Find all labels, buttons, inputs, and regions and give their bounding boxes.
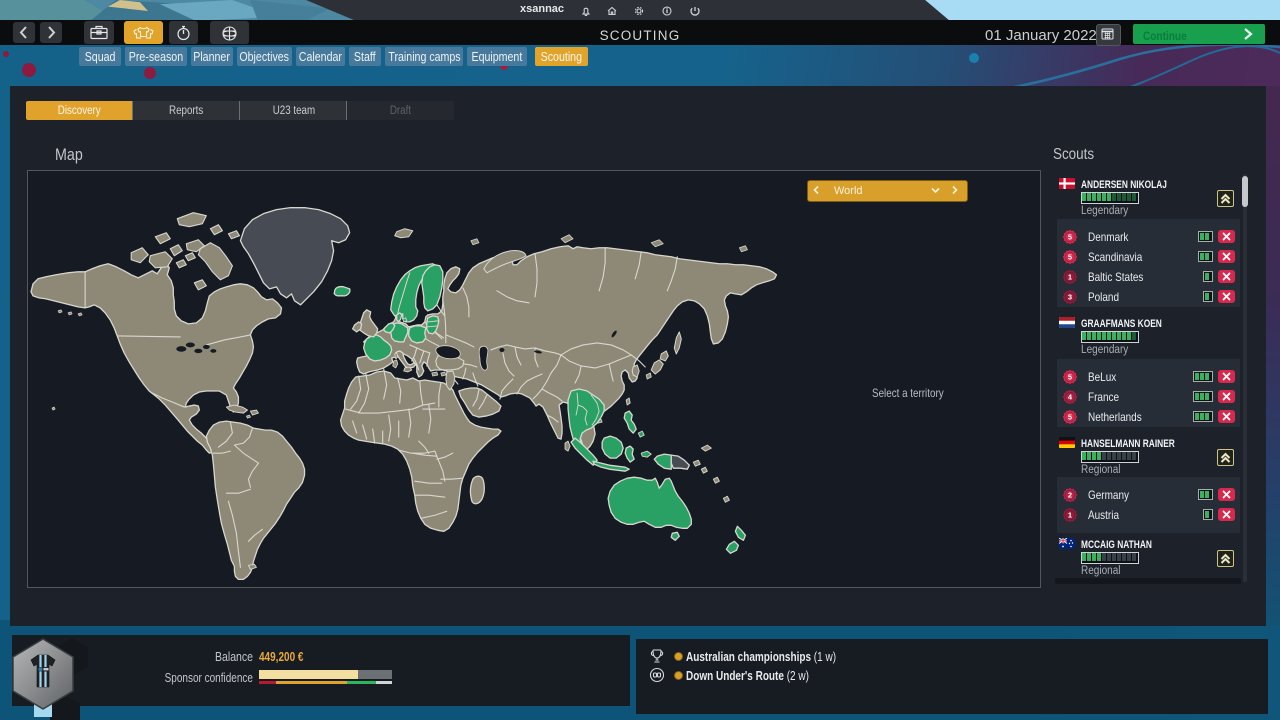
svg-text:1: 1 bbox=[1068, 273, 1072, 282]
svg-text:World: World bbox=[834, 185, 863, 197]
svg-text:5: 5 bbox=[1068, 253, 1072, 262]
svg-text:5: 5 bbox=[1068, 233, 1072, 242]
svg-text:1: 1 bbox=[1068, 511, 1072, 520]
svg-text:3: 3 bbox=[1068, 293, 1072, 302]
svg-text:2: 2 bbox=[1068, 491, 1072, 500]
svg-text:5: 5 bbox=[1068, 373, 1072, 382]
svg-text:5: 5 bbox=[1068, 413, 1072, 422]
